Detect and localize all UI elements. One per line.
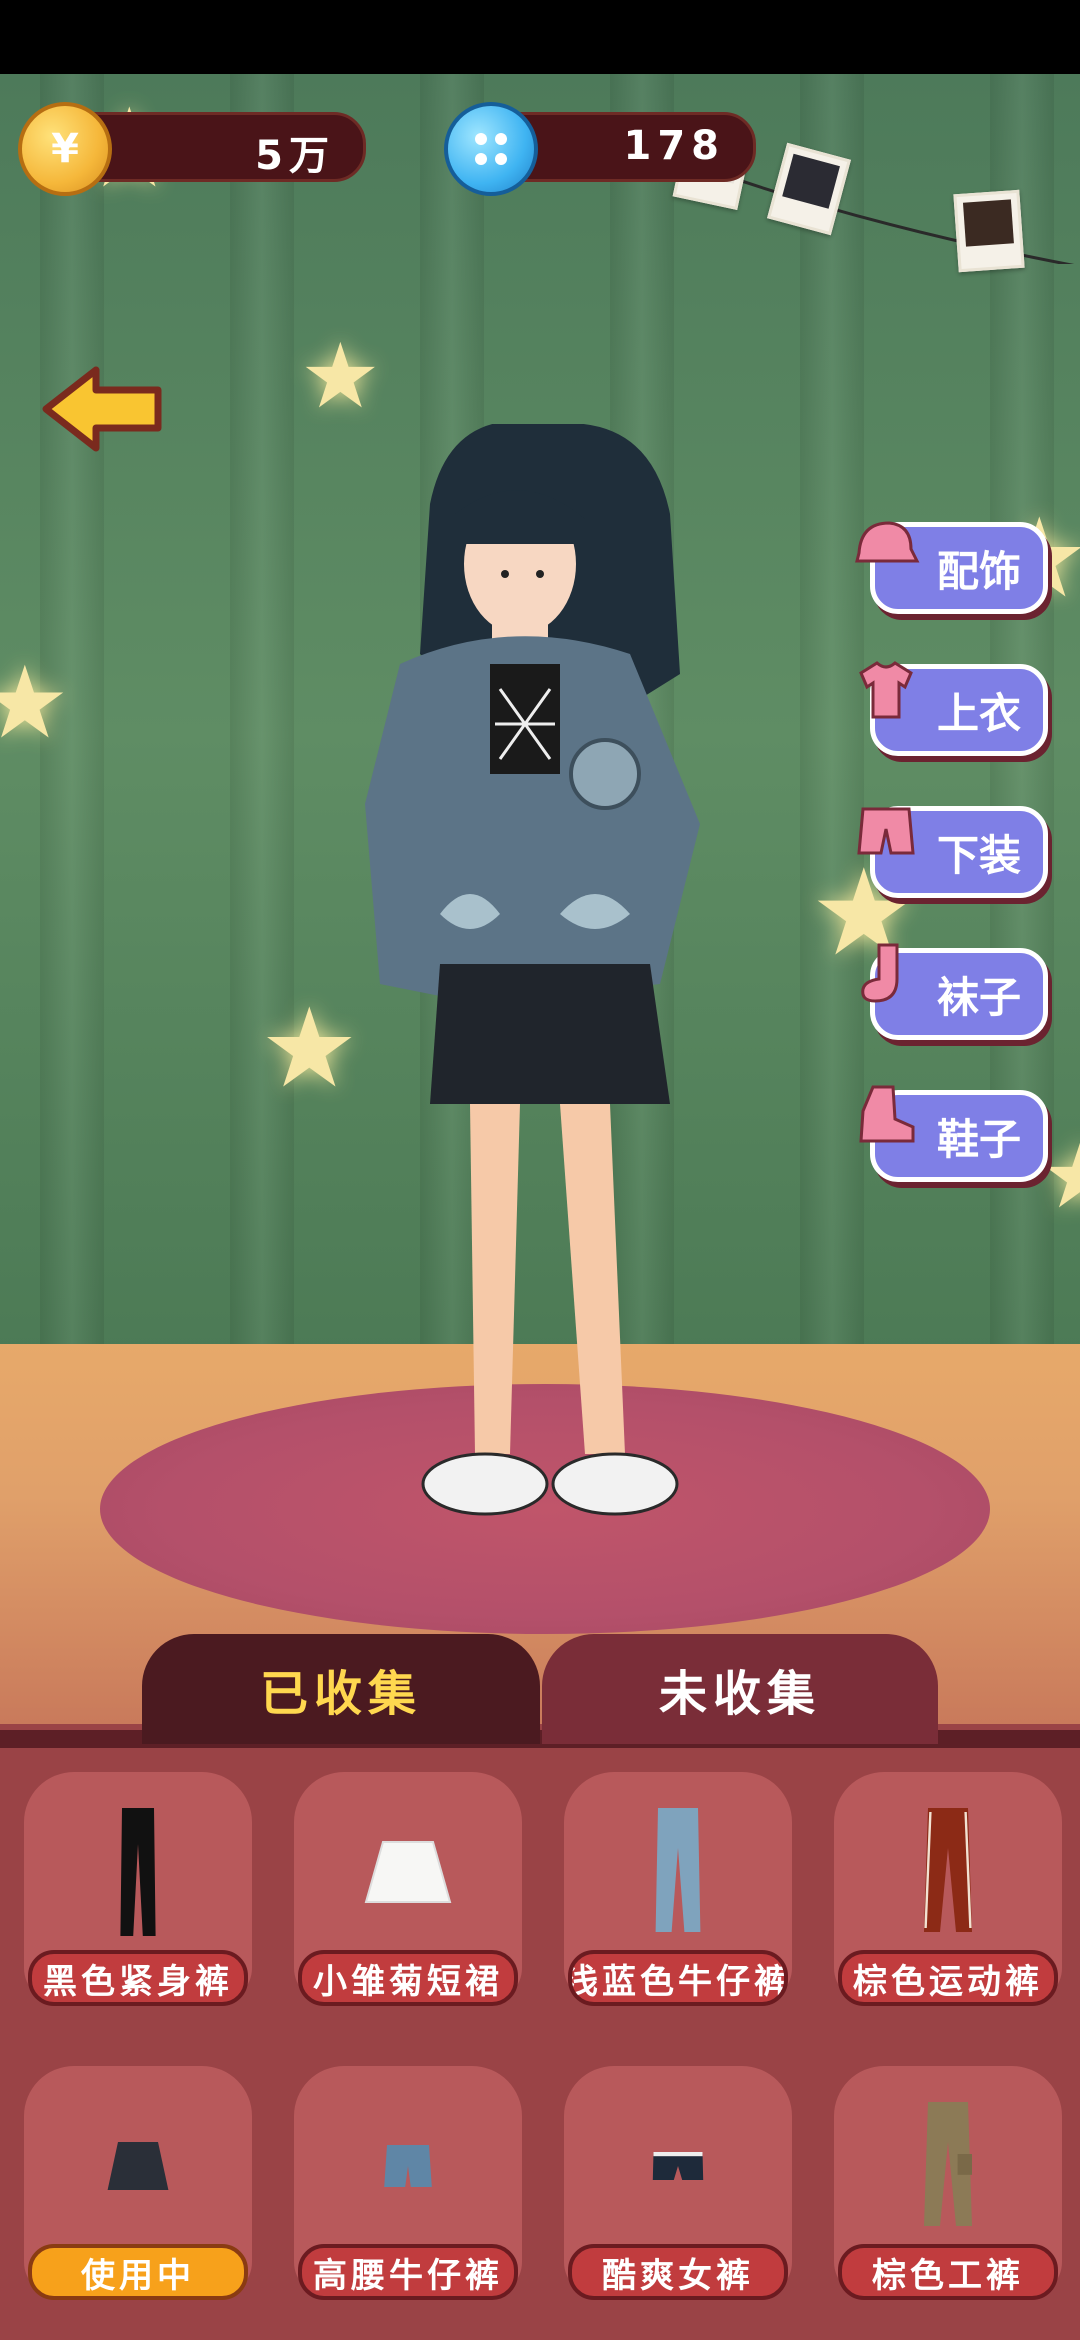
item-thumbnail	[24, 1782, 252, 1962]
item-brown-cargo-pants[interactable]: 棕色工裤	[834, 2066, 1062, 2316]
item-label: 黑色紧身裤	[28, 1950, 248, 2006]
item-thumbnail	[564, 1782, 792, 1962]
tab-uncollected[interactable]: 未收集	[542, 1634, 938, 1744]
coin-amount: 5万	[255, 133, 335, 179]
item-cool-shorts[interactable]: 酷爽女裤	[564, 2066, 792, 2316]
category-tops-button[interactable]: 上衣	[859, 661, 1048, 756]
back-arrow-icon[interactable]	[38, 364, 166, 454]
item-label: 小雏菊短裙	[298, 1950, 518, 2006]
item-thumbnail	[834, 2076, 1062, 2256]
category-label: 袜子	[936, 972, 1021, 1022]
item-light-blue-jeans[interactable]: 浅蓝色牛仔裤	[564, 1772, 792, 2022]
button-amount: 178	[623, 123, 725, 169]
sock-icon	[861, 943, 899, 1003]
category-label: 上衣	[936, 688, 1021, 738]
category-shoes-button[interactable]: 鞋子	[859, 1085, 1048, 1182]
tab-collected[interactable]: 已收集	[142, 1634, 540, 1744]
item-label: 棕色工裤	[838, 2244, 1058, 2300]
item-black-leggings[interactable]: 黑色紧身裤	[24, 1772, 252, 2022]
category-accessories-button[interactable]: 配饰	[855, 521, 1048, 614]
stage-scene: ★ ★ ★ ★ ★ ★ ★	[0, 74, 1080, 1724]
hat-icon	[855, 521, 920, 563]
item-pleated-skirt-in-use[interactable]: 使用中	[24, 2066, 252, 2316]
item-daisy-skirt[interactable]: 小雏菊短裙	[294, 1772, 522, 2022]
coin-icon[interactable]: ¥	[18, 102, 112, 196]
game-screen: ★ ★ ★ ★ ★ ★ ★	[0, 0, 1080, 2340]
character-avatar	[365, 424, 700, 1516]
star-decoration: ★	[260, 984, 359, 1112]
item-thumbnail	[24, 2076, 252, 2256]
status-bar	[0, 0, 1080, 74]
item-brown-track-pants[interactable]: 棕色运动裤	[834, 1772, 1062, 2022]
star-decoration: ★	[300, 324, 381, 429]
item-label: 浅蓝色牛仔裤	[568, 1950, 788, 2006]
category-bottoms-button[interactable]: 下装	[857, 806, 1048, 898]
item-label: 高腰牛仔裤	[298, 2244, 518, 2300]
category-label: 配饰	[936, 546, 1021, 596]
curtain-fold	[230, 74, 294, 1374]
item-thumbnail	[834, 1782, 1062, 1962]
category-label: 鞋子	[936, 1114, 1021, 1164]
item-thumbnail	[294, 2076, 522, 2256]
in-use-label: 使用中	[28, 2244, 248, 2300]
item-thumbnail	[564, 2076, 792, 2256]
item-label: 棕色运动裤	[838, 1950, 1058, 2006]
button-currency-icon[interactable]	[444, 102, 538, 196]
category-label: 下装	[936, 830, 1021, 880]
item-thumbnail	[294, 1782, 522, 1962]
polaroid-photo	[953, 189, 1025, 273]
shorts-icon	[857, 807, 915, 855]
shirt-icon	[859, 661, 913, 719]
boot-icon	[859, 1085, 915, 1143]
item-high-waist-denim-shorts[interactable]: 高腰牛仔裤	[294, 2066, 522, 2316]
star-decoration: ★	[0, 644, 70, 761]
item-label: 酷爽女裤	[568, 2244, 788, 2300]
category-socks-button[interactable]: 袜子	[861, 943, 1048, 1040]
